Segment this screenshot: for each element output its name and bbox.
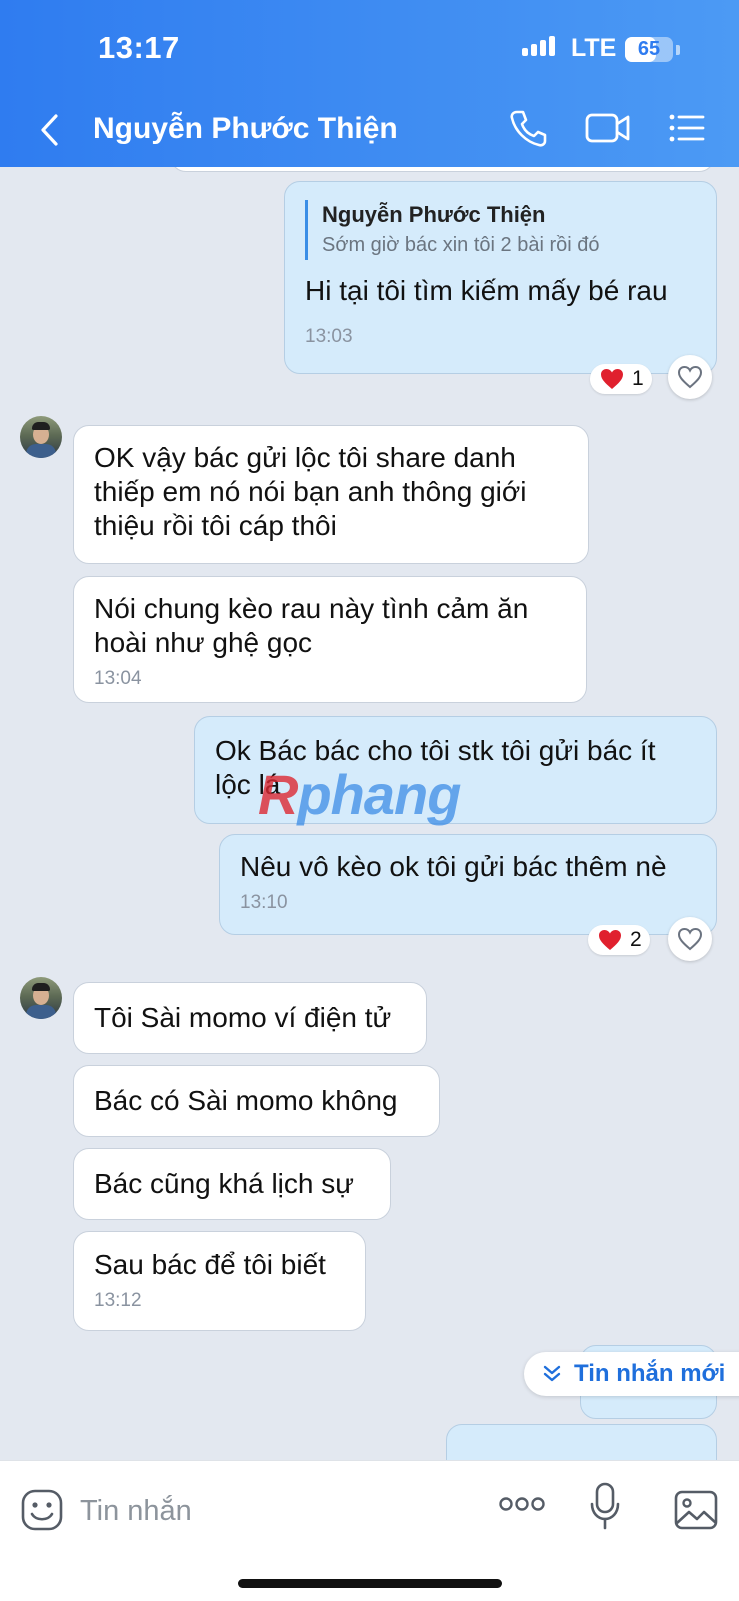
contact-avatar[interactable]	[20, 977, 62, 1019]
message-text: Bác cũng khá lịch sự	[94, 1168, 354, 1199]
sticker-button[interactable]	[20, 1488, 64, 1537]
double-chevron-down-icon	[543, 1365, 561, 1382]
outgoing-message[interactable]: Nguyễn Phước Thiện Sớm giờ bác xin tôi 2…	[284, 181, 717, 374]
incoming-message[interactable]: Nói chung kèo rau này tình cảm ăn hoài n…	[73, 576, 587, 703]
message-text: Nêu vô kèo ok tôi gửi bác thêm nè	[240, 851, 667, 882]
chat-header: 13:17 LTE 65 Nguyễn Phước Thiện	[0, 0, 739, 167]
incoming-message[interactable]: Tôi Sài momo ví điện tử	[73, 982, 427, 1054]
incoming-message[interactable]: Bác cũng khá lịch sự	[73, 1148, 391, 1220]
message-composer	[0, 1460, 739, 1601]
message-text: Nói chung kèo rau này tình cảm ăn hoài n…	[94, 593, 529, 658]
quoted-message[interactable]: Nguyễn Phước Thiện Sớm giờ bác xin tôi 2…	[305, 200, 696, 260]
message-text: Tôi Sài momo ví điện tử	[94, 1002, 392, 1033]
video-camera-icon	[585, 113, 630, 143]
message-text: OK vậy bác gửi lộc tôi share danh thiếp …	[94, 442, 527, 541]
microphone-icon	[590, 1482, 620, 1530]
contact-avatar[interactable]	[20, 416, 62, 458]
incoming-message[interactable]: Sau bác để tôi biết 13:12	[73, 1231, 366, 1331]
options-button[interactable]	[668, 108, 706, 153]
react-button[interactable]	[668, 355, 712, 399]
react-button[interactable]	[668, 917, 712, 961]
heart-icon	[599, 930, 621, 950]
new-messages-label: Tin nhắn mới	[574, 1360, 726, 1387]
contact-name[interactable]: Nguyễn Phước Thiện	[93, 112, 398, 146]
heart-outline-icon	[677, 927, 703, 951]
battery-icon: 65	[625, 37, 673, 62]
quoted-text: Sớm giờ bác xin tôi 2 bài rồi đó	[322, 234, 600, 256]
more-options-button[interactable]	[498, 1494, 546, 1519]
outgoing-message-partial[interactable]	[446, 1424, 717, 1460]
message-time: 13:12	[94, 1290, 142, 1311]
message-text: Bác có Sài momo không	[94, 1085, 398, 1116]
message-time: 13:04	[94, 668, 142, 689]
outgoing-message[interactable]: Ok Bác bác cho tôi stk tôi gửi bác ít lộ…	[194, 716, 717, 824]
message-text: Ok Bác bác cho tôi stk tôi gửi bác ít lộ…	[215, 735, 656, 800]
reaction-count: 2	[630, 928, 642, 951]
message-text: Hi tại tôi tìm kiếm mấy bé rau	[305, 275, 668, 306]
back-button[interactable]	[36, 110, 66, 150]
battery-level: 65	[637, 38, 661, 60]
message-bubble-partial[interactable]	[170, 167, 715, 172]
more-horizontal-icon	[499, 1497, 545, 1511]
status-time: 13:17	[98, 30, 180, 65]
home-indicator[interactable]	[238, 1579, 502, 1588]
message-time: 13:03	[305, 326, 353, 347]
chevron-left-icon	[41, 114, 58, 146]
reaction-summary[interactable]: 1	[590, 364, 652, 394]
voice-button[interactable]	[590, 1481, 620, 1536]
video-call-button[interactable]	[585, 108, 631, 153]
reaction-count: 1	[632, 367, 644, 390]
image-icon	[674, 1490, 718, 1530]
message-input[interactable]	[80, 1489, 460, 1533]
message-list[interactable]: Nguyễn Phước Thiện Sớm giờ bác xin tôi 2…	[0, 167, 739, 1460]
new-messages-button[interactable]: Tin nhắn mới	[524, 1352, 739, 1396]
battery-tip	[676, 45, 680, 55]
gallery-button[interactable]	[674, 1490, 718, 1535]
message-text: Sau bác để tôi biết	[94, 1249, 326, 1280]
reaction-summary[interactable]: 2	[588, 925, 650, 955]
emoji-icon	[21, 1489, 63, 1531]
call-button[interactable]	[508, 108, 548, 153]
incoming-message[interactable]: OK vậy bác gửi lộc tôi share danh thiếp …	[73, 425, 589, 564]
network-type: LTE	[571, 34, 617, 62]
message-time: 13:10	[240, 892, 288, 913]
incoming-message[interactable]: Bác có Sài momo không	[73, 1065, 440, 1137]
quoted-sender: Nguyễn Phước Thiện	[322, 202, 546, 227]
heart-icon	[601, 369, 623, 389]
outgoing-message[interactable]: Nêu vô kèo ok tôi gửi bác thêm nè 13:10	[219, 834, 717, 935]
heart-outline-icon	[677, 365, 703, 389]
list-menu-icon	[669, 114, 705, 142]
phone-icon	[510, 110, 547, 147]
